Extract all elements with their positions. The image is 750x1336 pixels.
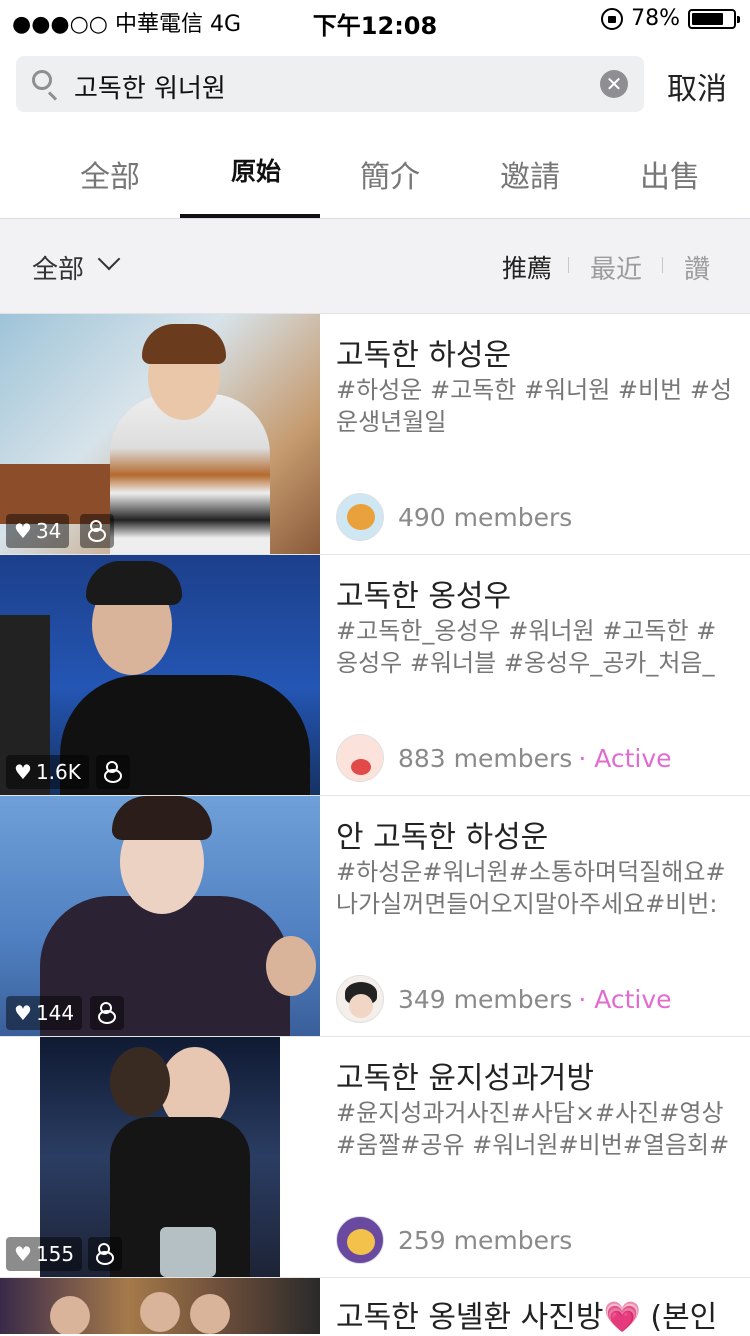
- avatar: [336, 975, 384, 1023]
- active-tab-indicator: [180, 214, 320, 218]
- community-title: 고독한 옹녤환 사진방💗 (본인: [336, 1300, 718, 1335]
- divider: [662, 257, 663, 273]
- member-count: 349 members: [398, 984, 573, 1014]
- likes-badge: ♥ 155: [6, 1237, 83, 1271]
- list-item[interactable]: ♥ 34 고독한 하성운 #하성운 #고독한 #워너원 #비번 #성운생년월일 4…: [0, 314, 750, 555]
- scope-dropdown[interactable]: 全部: [32, 249, 84, 286]
- sort-recommended[interactable]: 推薦: [502, 249, 552, 285]
- heart-icon: ♥: [14, 1001, 32, 1025]
- heart-icon: ♥: [14, 519, 32, 543]
- clear-search-icon[interactable]: ✕: [600, 70, 628, 98]
- tab-all[interactable]: 全部: [40, 152, 180, 196]
- community-tags: #고독한_옹성우 #워너원 #고독한 #옹성우 #워너블 #옹성우_공카_처음_…: [336, 617, 717, 677]
- community-meta: 883 members · Active: [336, 733, 672, 783]
- community-tags: #하성운 #고독한 #워너원 #비번 #성운생년월일: [336, 376, 733, 436]
- community-title: 고독한 옹성우: [336, 579, 512, 614]
- community-tags: #윤지성과거사진#사담×#사진#영상#움짤#공유 #워너원#비번#열음회#활..…: [336, 1099, 730, 1159]
- battery-icon: [688, 8, 740, 29]
- tab-original[interactable]: 原始: [186, 152, 326, 188]
- member-count: 883 members: [398, 743, 573, 773]
- heart-icon: ♥: [14, 1242, 32, 1266]
- community-meta: 349 members · Active: [336, 974, 672, 1024]
- search-field[interactable]: 고독한 워너원 ✕: [16, 56, 644, 112]
- cancel-button[interactable]: 取消: [667, 64, 727, 108]
- avatar: [336, 734, 384, 782]
- community-meta: 490 members: [336, 492, 572, 542]
- likes-badge: ♥ 1.6K: [6, 755, 89, 789]
- community-thumbnail: ♥ 155: [0, 1037, 320, 1277]
- sort-recent[interactable]: 最近: [590, 249, 642, 286]
- community-thumbnail: ♥ 1.6K: [0, 555, 320, 795]
- community-meta: 259 members: [336, 1215, 572, 1265]
- list-item[interactable]: ♥ 155 고독한 윤지성과거방 #윤지성과거사진#사담×#사진#영상#움짤#공유…: [0, 1037, 750, 1278]
- tab-invite[interactable]: 邀請: [460, 152, 600, 196]
- lock-icon: [90, 996, 124, 1030]
- heart-icon: ♥: [14, 760, 32, 784]
- community-tags: #하성운#워너원#소통하며덕질해요#나가실꺼면들어오지말아주세요#비번:(...: [336, 858, 726, 918]
- active-badge: · Active: [578, 743, 672, 773]
- lock-icon: [96, 755, 130, 789]
- community-thumbnail: ♥ 34: [0, 314, 320, 554]
- list-item[interactable]: 고독한 옹녤환 사진방💗 (본인: [0, 1278, 750, 1335]
- community-info: 고독한 옹성우 #고독한_옹성우 #워너원 #고독한 #옹성우 #워너블 #옹성…: [336, 555, 740, 795]
- member-count: 259 members: [398, 1225, 573, 1255]
- lock-icon: [80, 514, 114, 548]
- lock-icon: [88, 1237, 122, 1271]
- search-icon: [32, 70, 52, 90]
- avatar: [336, 1216, 384, 1264]
- community-title: 고독한 윤지성과거방: [336, 1061, 594, 1096]
- community-title: 고독한 하성운: [336, 338, 512, 373]
- community-info: 고독한 옹녤환 사진방💗 (본인: [336, 1278, 740, 1335]
- community-thumbnail: ♥ 144: [0, 796, 320, 1036]
- community-info: 고독한 윤지성과거방 #윤지성과거사진#사담×#사진#영상#움짤#공유 #워너원…: [336, 1037, 740, 1277]
- tab-intro[interactable]: 簡介: [320, 152, 460, 196]
- status-right: 78%: [601, 6, 740, 31]
- list-item[interactable]: ♥ 1.6K 고독한 옹성우 #고독한_옹성우 #워너원 #고독한 #옹성우 #워…: [0, 555, 750, 796]
- community-thumbnail: [0, 1278, 320, 1334]
- list-item[interactable]: ♥ 144 안 고독한 하성운 #하성운#워너원#소통하며덕질해요#나가실꺼면들어…: [0, 796, 750, 1037]
- battery-percent: 78%: [631, 6, 680, 31]
- avatar: [336, 493, 384, 541]
- community-title: 안 고독한 하성운: [336, 820, 549, 855]
- rotation-lock-icon: [601, 7, 624, 30]
- tab-bar: 全部 原始 簡介 邀請 出售: [0, 130, 750, 219]
- divider: [568, 257, 569, 273]
- community-info: 안 고독한 하성운 #하성운#워너원#소통하며덕질해요#나가실꺼면들어오지말아주…: [336, 796, 740, 1036]
- sort-likes[interactable]: 讚: [684, 249, 710, 286]
- search-input[interactable]: 고독한 워너원: [74, 68, 226, 105]
- active-badge: · Active: [578, 984, 672, 1014]
- likes-badge: ♥ 34: [6, 514, 70, 548]
- filter-bar: 全部 推薦 最近 讚: [0, 219, 750, 314]
- chevron-down-icon[interactable]: [97, 247, 121, 271]
- likes-badge: ♥ 144: [6, 996, 83, 1030]
- status-bar: ●●●○○ 中華電信 4G 下午12:08 78%: [0, 0, 750, 40]
- tab-sale[interactable]: 出售: [600, 152, 740, 196]
- community-info: 고독한 하성운 #하성운 #고독한 #워너원 #비번 #성운생년월일 490 m…: [336, 314, 740, 554]
- member-count: 490 members: [398, 502, 573, 532]
